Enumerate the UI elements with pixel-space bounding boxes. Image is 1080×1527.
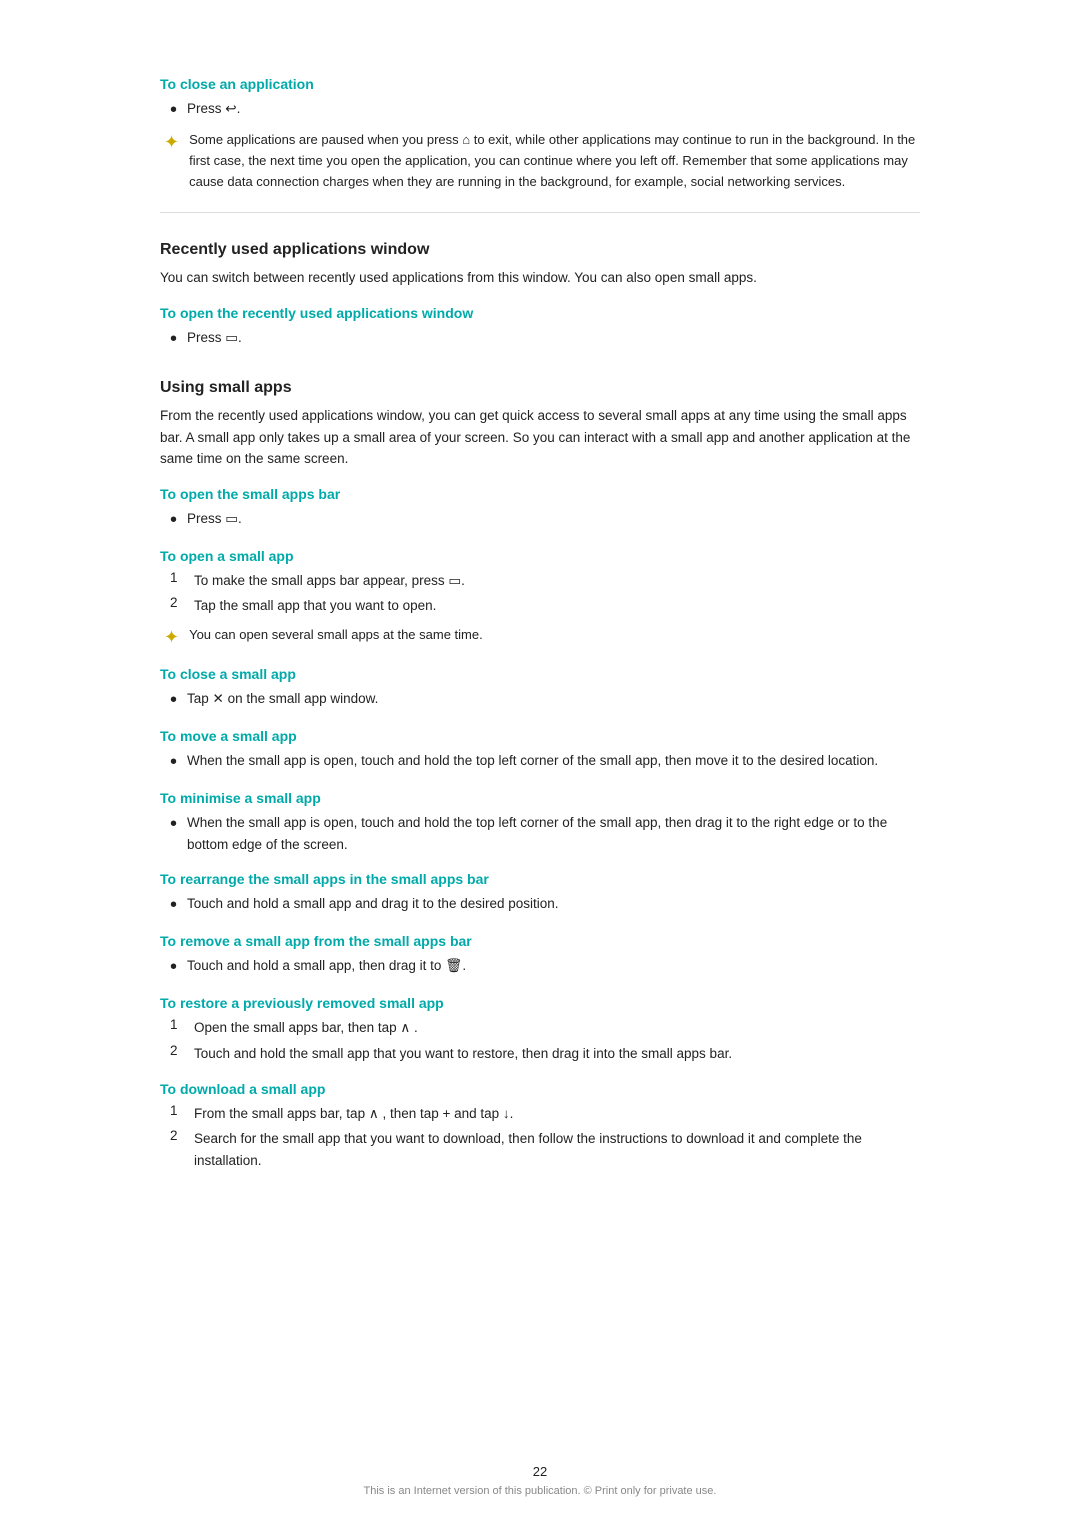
open-recently-used-bullet: • Press ▭. (170, 327, 920, 351)
open-app-step-2: 2 Tap the small app that you want to ope… (170, 595, 920, 617)
close-application-tip: ✦ Some applications are paused when you … (164, 130, 920, 192)
move-app-bullet-text: When the small app is open, touch and ho… (187, 750, 878, 772)
download-app-step-2: 2 Search for the small app that you want… (170, 1128, 920, 1171)
rearrange-apps-heading: To rearrange the small apps in the small… (160, 871, 920, 887)
bullet-dot: • (170, 98, 177, 122)
open-bar-subsection: To open the small apps bar • Press ▭. (160, 486, 920, 532)
bullet-dot-8: • (170, 955, 177, 979)
open-bar-bullet-text: Press ▭. (187, 508, 242, 530)
remove-app-heading: To remove a small app from the small app… (160, 933, 920, 949)
download-app-subsection: To download a small app 1 From the small… (160, 1081, 920, 1172)
close-application-heading: To close an application (160, 76, 920, 92)
footer-text: This is an Internet version of this publ… (364, 1485, 717, 1497)
close-app-bullet-text: Tap ✕ on the small app window. (187, 688, 378, 710)
close-app-bullet: • Tap ✕ on the small app window. (170, 688, 920, 712)
move-app-bullet: • When the small app is open, touch and … (170, 750, 920, 774)
rearrange-apps-bullet: • Touch and hold a small app and drag it… (170, 893, 920, 917)
page-number: 22 (533, 1464, 547, 1479)
restore-app-step-2: 2 Touch and hold the small app that you … (170, 1043, 920, 1065)
open-recently-used-bullet-text: Press ▭. (187, 327, 242, 349)
minimise-app-heading: To minimise a small app (160, 790, 920, 806)
restore-app-subsection: To restore a previously removed small ap… (160, 995, 920, 1064)
page: To close an application • Press ↩. ✦ Som… (0, 0, 1080, 1527)
bullet-dot-7: • (170, 893, 177, 917)
tip-icon: ✦ (164, 130, 179, 155)
bullet-dot-2: • (170, 327, 177, 351)
open-app-tip-text: You can open several small apps at the s… (189, 625, 483, 646)
page-footer: 22 This is an Internet version of this p… (0, 1464, 1080, 1497)
minimise-app-bullet: • When the small app is open, touch and … (170, 812, 920, 855)
using-small-apps-description: From the recently used applications wind… (160, 405, 920, 470)
bullet-dot-3: • (170, 508, 177, 532)
recently-used-description: You can switch between recently used app… (160, 267, 920, 289)
restore-app-heading: To restore a previously removed small ap… (160, 995, 920, 1011)
open-bar-bullet: • Press ▭. (170, 508, 920, 532)
rearrange-apps-bullet-text: Touch and hold a small app and drag it t… (187, 893, 559, 915)
open-app-heading: To open a small app (160, 548, 920, 564)
using-small-apps-heading: Using small apps (160, 379, 920, 397)
remove-app-bullet: • Touch and hold a small app, then drag … (170, 955, 920, 979)
tip-icon-2: ✦ (164, 625, 179, 650)
close-app-subsection: To close a small app • Tap ✕ on the smal… (160, 666, 920, 712)
minimise-app-bullet-text: When the small app is open, touch and ho… (187, 812, 920, 855)
open-recently-used-heading: To open the recently used applications w… (160, 305, 920, 321)
minimise-app-subsection: To minimise a small app • When the small… (160, 790, 920, 855)
remove-app-subsection: To remove a small app from the small app… (160, 933, 920, 979)
open-bar-heading: To open the small apps bar (160, 486, 920, 502)
open-app-step-1: 1 To make the small apps bar appear, pre… (170, 570, 920, 592)
recently-used-section: Recently used applications window You ca… (160, 241, 920, 351)
bullet-dot-6: • (170, 812, 177, 836)
download-app-step-1: 1 From the small apps bar, tap ∧ , then … (170, 1103, 920, 1125)
close-application-section: To close an application • Press ↩. ✦ Som… (160, 76, 920, 192)
open-app-tip: ✦ You can open several small apps at the… (164, 625, 920, 650)
close-app-heading: To close a small app (160, 666, 920, 682)
using-small-apps-section: Using small apps From the recently used … (160, 379, 920, 1171)
download-app-heading: To download a small app (160, 1081, 920, 1097)
move-app-heading: To move a small app (160, 728, 920, 744)
remove-app-bullet-text: Touch and hold a small app, then drag it… (187, 955, 466, 977)
recently-used-heading: Recently used applications window (160, 241, 920, 259)
open-app-subsection: To open a small app 1 To make the small … (160, 548, 920, 650)
bullet-dot-5: • (170, 750, 177, 774)
bullet-dot-4: • (170, 688, 177, 712)
restore-app-step-1: 1 Open the small apps bar, then tap ∧ . (170, 1017, 920, 1039)
close-application-bullet-text: Press ↩. (187, 98, 240, 120)
close-application-tip-text: Some applications are paused when you pr… (189, 130, 920, 192)
divider-1 (160, 212, 920, 213)
close-application-bullet: • Press ↩. (170, 98, 920, 122)
rearrange-apps-subsection: To rearrange the small apps in the small… (160, 871, 920, 917)
move-app-subsection: To move a small app • When the small app… (160, 728, 920, 774)
